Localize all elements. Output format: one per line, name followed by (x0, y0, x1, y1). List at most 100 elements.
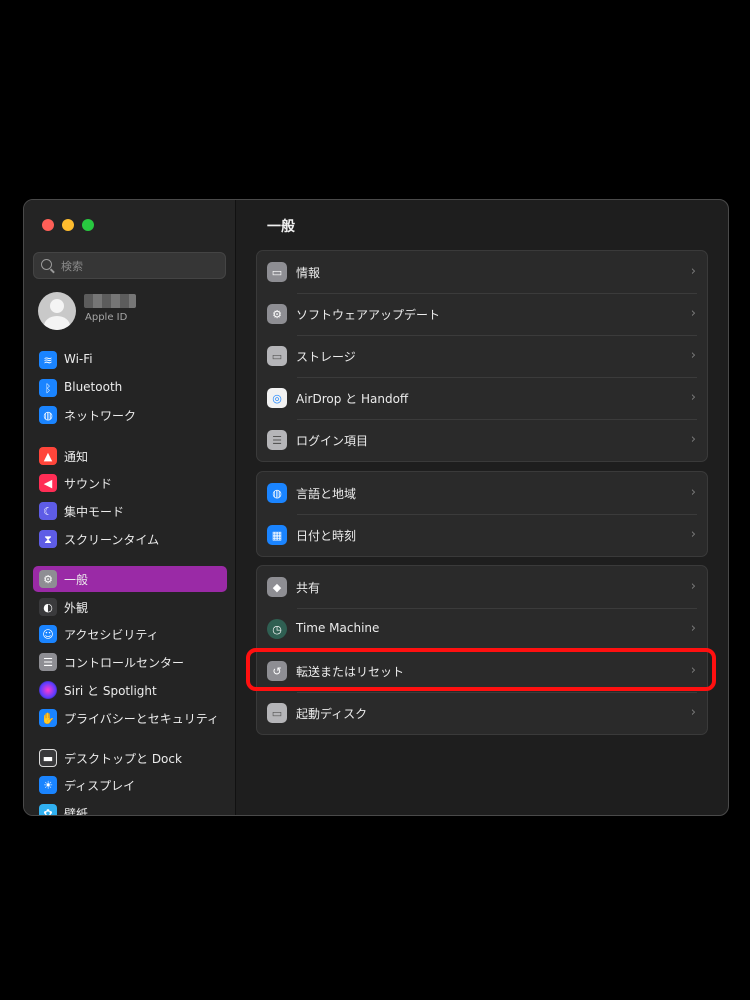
minimize-button[interactable] (62, 219, 74, 231)
sidebar-item-label: ネットワーク (64, 409, 137, 423)
sidebar-item-control-center[interactable]: ☰ コントロールセンター (33, 649, 227, 675)
wifi-icon: ≋ (39, 351, 57, 369)
sidebar-item-label: Bluetooth (64, 380, 123, 394)
list-icon: ☰ (267, 430, 287, 450)
window-controls (42, 219, 94, 231)
appearance-icon: ◐ (39, 598, 57, 616)
row-storage[interactable]: ▭ ストレージ › (257, 335, 707, 377)
sidebar-item-wifi[interactable]: ≋ Wi-Fi (33, 347, 227, 373)
sidebar-item-label: ディスプレイ (64, 779, 136, 793)
time-machine-icon: ◷ (267, 619, 287, 639)
sidebar-item-label: コントロールセンター (64, 656, 185, 670)
sun-icon: ☀ (39, 776, 57, 794)
search-field[interactable] (33, 252, 226, 279)
row-language-region[interactable]: ◍ 言語と地域 › (257, 472, 707, 514)
sidebar-item-label: スクリーンタイム (64, 533, 160, 547)
row-sharing[interactable]: ◆ 共有 › (257, 566, 707, 608)
account-name-redacted (84, 294, 136, 308)
dock-icon: ▬ (39, 749, 57, 767)
row-label: ログイン項目 (296, 434, 369, 448)
globe-icon: ◍ (267, 483, 287, 503)
chevron-right-icon: › (690, 306, 696, 321)
hand-icon: ✋ (39, 709, 57, 727)
avatar (38, 292, 76, 330)
sidebar-item-label: サウンド (64, 477, 113, 491)
sidebar-item-accessibility[interactable]: ☺ アクセシビリティ (33, 621, 227, 647)
row-about[interactable]: ▭ 情報 › (257, 251, 707, 293)
chevron-right-icon: › (690, 705, 696, 720)
bell-icon: ▲ (39, 447, 57, 465)
row-label: 言語と地域 (296, 487, 357, 501)
close-button[interactable] (42, 219, 54, 231)
sidebar-item-label: プライバシーとセキュリティ (64, 712, 220, 726)
display-icon: ▭ (267, 262, 287, 282)
row-label: Time Machine (296, 621, 380, 635)
chevron-right-icon: › (690, 579, 696, 594)
sidebar-item-privacy-security[interactable]: ✋ プライバシーとセキュリティ (33, 705, 227, 731)
search-input[interactable] (59, 256, 223, 276)
sharing-icon: ◆ (267, 577, 287, 597)
highlight-annotation (246, 648, 716, 691)
gear-badge-icon: ⚙ (267, 304, 287, 324)
sidebar-item-screen-time[interactable]: ⧗ スクリーンタイム (33, 526, 227, 552)
sidebar-item-label: 一般 (64, 573, 89, 587)
airdrop-icon: ◎ (267, 388, 287, 408)
row-label: ソフトウェアアップデート (296, 308, 441, 322)
sidebar-item-desktop-dock[interactable]: ▬ デスクトップと Dock (33, 745, 227, 771)
globe-icon: ◍ (39, 406, 57, 424)
sidebar-item-label: 集中モード (64, 505, 125, 519)
sidebar-item-displays[interactable]: ☀ ディスプレイ (33, 772, 227, 798)
sidebar-item-appearance[interactable]: ◐ 外観 (33, 594, 227, 620)
settings-group-2: ◍ 言語と地域 › ▦ 日付と時刻 › (256, 471, 708, 557)
chevron-right-icon: › (690, 621, 696, 636)
sidebar-item-label: デスクトップと Dock (64, 752, 182, 766)
sidebar-item-label: アクセシビリティ (64, 628, 159, 642)
row-label: 日付と時刻 (296, 529, 357, 543)
sidebar-item-siri-spotlight[interactable]: Siri と Spotlight (33, 677, 227, 703)
row-startup-disk[interactable]: ▭ 起動ディスク › (257, 692, 707, 734)
chevron-right-icon: › (690, 432, 696, 447)
sidebar-item-focus[interactable]: ☾ 集中モード (33, 498, 227, 524)
row-time-machine[interactable]: ◷ Time Machine › (257, 608, 707, 650)
sidebar-item-label: 壁紙 (64, 807, 89, 816)
flower-icon: ✿ (39, 804, 57, 815)
sidebar-item-sound[interactable]: ◀ サウンド (33, 470, 227, 496)
sidebar-item-bluetooth[interactable]: ᛒ Bluetooth (33, 375, 227, 401)
page-title: 一般 (267, 219, 295, 235)
row-label: 起動ディスク (296, 707, 368, 721)
settings-group-1: ▭ 情報 › ⚙ ソフトウェアアップデート › ▭ ストレージ › ◎ AirD… (256, 250, 708, 462)
settings-window: Apple ID ≋ Wi-Fi ᛒ Bluetooth ◍ ネットワーク ▲ … (23, 199, 729, 816)
hourglass-icon: ⧗ (39, 530, 57, 548)
speaker-icon: ◀ (39, 474, 57, 492)
sidebar-item-label: 通知 (64, 450, 89, 464)
chevron-right-icon: › (690, 485, 696, 500)
startup-disk-icon: ▭ (267, 703, 287, 723)
chevron-right-icon: › (690, 527, 696, 542)
moon-icon: ☾ (39, 502, 57, 520)
row-label: 共有 (296, 581, 321, 595)
row-date-time[interactable]: ▦ 日付と時刻 › (257, 514, 707, 556)
drive-icon: ▭ (267, 346, 287, 366)
gear-icon: ⚙ (39, 570, 57, 588)
account-subtitle: Apple ID (85, 312, 128, 323)
sidebar-item-general[interactable]: ⚙ 一般 (33, 566, 227, 592)
main-content: 一般 ▭ 情報 › ⚙ ソフトウェアアップデート › ▭ ストレージ › ◎ A… (236, 200, 728, 815)
row-label: ストレージ (296, 350, 356, 364)
chevron-right-icon: › (690, 264, 696, 279)
row-label: AirDrop と Handoff (296, 392, 409, 406)
row-software-update[interactable]: ⚙ ソフトウェアアップデート › (257, 293, 707, 335)
sidebar-item-label: Siri と Spotlight (64, 684, 157, 698)
sidebar: Apple ID ≋ Wi-Fi ᛒ Bluetooth ◍ ネットワーク ▲ … (24, 200, 236, 815)
sidebar-item-wallpaper[interactable]: ✿ 壁紙 (33, 800, 227, 816)
sidebar-item-network[interactable]: ◍ ネットワーク (33, 402, 227, 428)
sidebar-item-notifications[interactable]: ▲ 通知 (33, 443, 227, 469)
calendar-clock-icon: ▦ (267, 525, 287, 545)
row-airdrop-handoff[interactable]: ◎ AirDrop と Handoff › (257, 377, 707, 419)
zoom-button[interactable] (82, 219, 94, 231)
chevron-right-icon: › (690, 390, 696, 405)
bluetooth-icon: ᛒ (39, 379, 57, 397)
apple-id-account[interactable]: Apple ID (38, 292, 228, 332)
row-login-items[interactable]: ☰ ログイン項目 › (257, 419, 707, 461)
row-label: 情報 (296, 266, 321, 280)
chevron-right-icon: › (690, 348, 696, 363)
